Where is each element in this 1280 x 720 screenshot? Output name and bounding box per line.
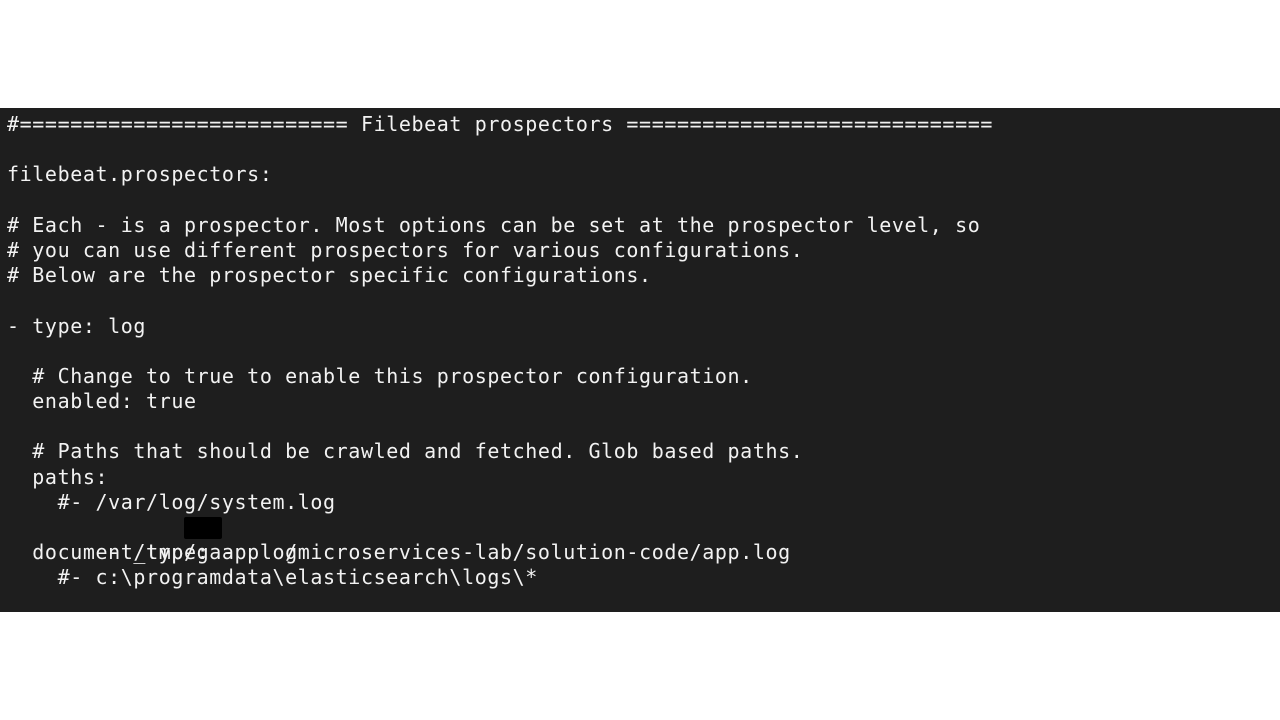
comment-line: # you can use different prospectors for … xyxy=(7,237,804,262)
type-line: - type: log xyxy=(7,313,147,338)
comment-line: # Paths that should be crawled and fetch… xyxy=(7,439,804,464)
header-comment-line: #========================== Filebeat pro… xyxy=(7,112,993,136)
document-type-line: document_type: applog xyxy=(7,540,298,565)
paths-key-line: paths: xyxy=(7,464,109,489)
comment-line: # Change to true to enable this prospect… xyxy=(7,363,753,388)
redaction-mark xyxy=(184,517,222,539)
commented-path-line: #- c:\programdata\elasticsearch\logs\* xyxy=(7,565,538,590)
prospectors-key-line: filebeat.prospectors: xyxy=(7,162,273,187)
enabled-line: enabled: true xyxy=(7,389,197,414)
commented-path-line: #- /var/log/system.log xyxy=(7,489,336,514)
path-line: - /tmp/ga- /microservices-lab/solution-c… xyxy=(0,515,1280,564)
comment-line: # Each - is a prospector. Most options c… xyxy=(7,212,981,237)
comment-line: # Below are the prospector specific conf… xyxy=(7,263,652,288)
terminal-window[interactable]: #========================== Filebeat pro… xyxy=(0,108,1280,612)
